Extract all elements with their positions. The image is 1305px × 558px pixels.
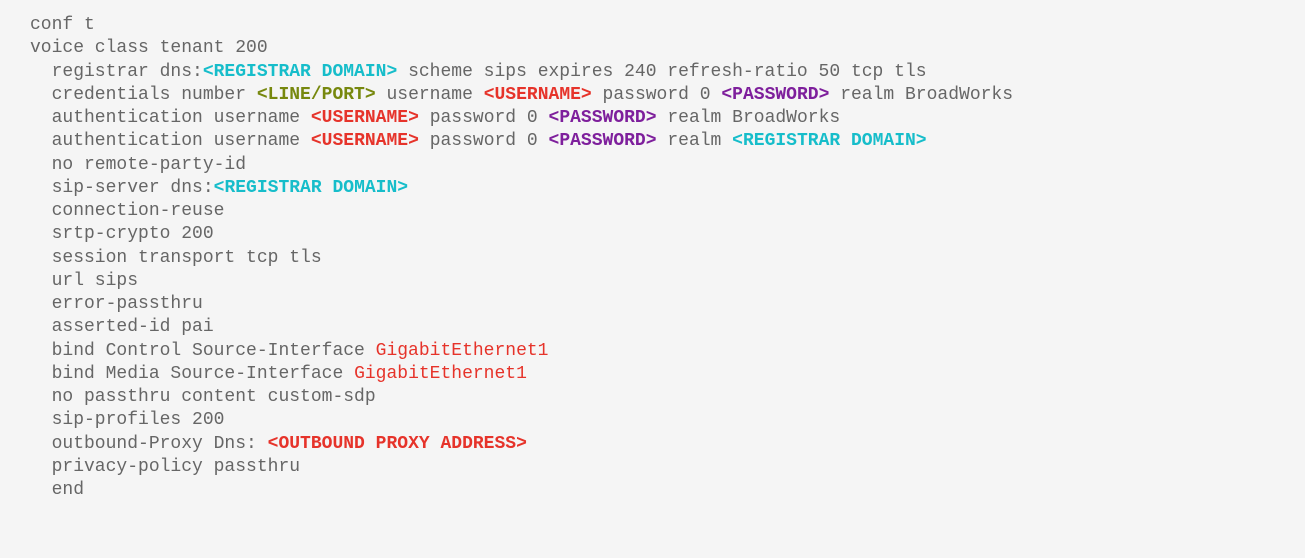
code-text: privacy-policy passthru (30, 457, 300, 477)
code-text: bind Control Source-Interface (30, 341, 376, 361)
code-text: error-passthru (30, 294, 203, 314)
code-text: realm BroadWorks (829, 85, 1013, 105)
code-text: url sips (30, 271, 138, 291)
code-text: conf t (30, 15, 95, 35)
code-line: authentication username <USERNAME> passw… (30, 131, 927, 151)
placeholder-token: <REGISTRAR DOMAIN> (203, 62, 397, 82)
code-line: url sips (30, 271, 138, 291)
placeholder-token: <REGISTRAR DOMAIN> (214, 178, 408, 198)
code-line: outbound-Proxy Dns: <OUTBOUND PROXY ADDR… (30, 434, 527, 454)
placeholder-token: <PASSWORD> (549, 131, 657, 151)
code-text: end (30, 480, 84, 500)
code-line: sip-server dns:<REGISTRAR DOMAIN> (30, 178, 408, 198)
code-line: voice class tenant 200 (30, 38, 268, 58)
code-text: password 0 (419, 108, 549, 128)
code-text: scheme sips expires 240 refresh-ratio 50… (397, 62, 926, 82)
code-text: authentication username (30, 131, 311, 151)
cli-config-block: conf t voice class tenant 200 registrar … (0, 0, 1305, 502)
code-text: registrar dns: (30, 62, 203, 82)
code-text: outbound-Proxy Dns: (30, 434, 268, 454)
placeholder-token: GigabitEthernet1 (376, 341, 549, 361)
code-line: registrar dns:<REGISTRAR DOMAIN> scheme … (30, 62, 927, 82)
code-text: session transport tcp tls (30, 248, 322, 268)
code-text: credentials number (30, 85, 257, 105)
code-text: sip-server dns: (30, 178, 214, 198)
code-text: connection-reuse (30, 201, 224, 221)
code-text: authentication username (30, 108, 311, 128)
code-line: srtp-crypto 200 (30, 224, 214, 244)
code-line: no remote-party-id (30, 155, 246, 175)
code-text: realm BroadWorks (657, 108, 841, 128)
placeholder-token: <PASSWORD> (721, 85, 829, 105)
placeholder-token: <USERNAME> (311, 131, 419, 151)
code-line: privacy-policy passthru (30, 457, 300, 477)
placeholder-token: <USERNAME> (311, 108, 419, 128)
placeholder-token: <REGISTRAR DOMAIN> (732, 131, 926, 151)
code-line: bind Control Source-Interface GigabitEth… (30, 341, 548, 361)
code-line: end (30, 480, 84, 500)
code-line: no passthru content custom-sdp (30, 387, 376, 407)
code-line: connection-reuse (30, 201, 224, 221)
code-text: srtp-crypto 200 (30, 224, 214, 244)
code-text: bind Media Source-Interface (30, 364, 354, 384)
code-text: voice class tenant 200 (30, 38, 268, 58)
code-text: no passthru content custom-sdp (30, 387, 376, 407)
code-text: password 0 (592, 85, 722, 105)
code-line: sip-profiles 200 (30, 410, 224, 430)
code-text: no remote-party-id (30, 155, 246, 175)
code-line: session transport tcp tls (30, 248, 322, 268)
code-text: asserted-id pai (30, 317, 214, 337)
code-line: conf t (30, 15, 95, 35)
placeholder-token: <LINE/PORT> (257, 85, 376, 105)
code-text: sip-profiles 200 (30, 410, 224, 430)
code-text: username (376, 85, 484, 105)
placeholder-token: GigabitEthernet1 (354, 364, 527, 384)
placeholder-token: <USERNAME> (484, 85, 592, 105)
code-line: credentials number <LINE/PORT> username … (30, 85, 1013, 105)
code-line: authentication username <USERNAME> passw… (30, 108, 840, 128)
code-text: realm (657, 131, 733, 151)
placeholder-token: <OUTBOUND PROXY ADDRESS> (268, 434, 527, 454)
code-line: asserted-id pai (30, 317, 214, 337)
placeholder-token: <PASSWORD> (549, 108, 657, 128)
code-line: bind Media Source-Interface GigabitEther… (30, 364, 527, 384)
code-line: error-passthru (30, 294, 203, 314)
code-text: password 0 (419, 131, 549, 151)
